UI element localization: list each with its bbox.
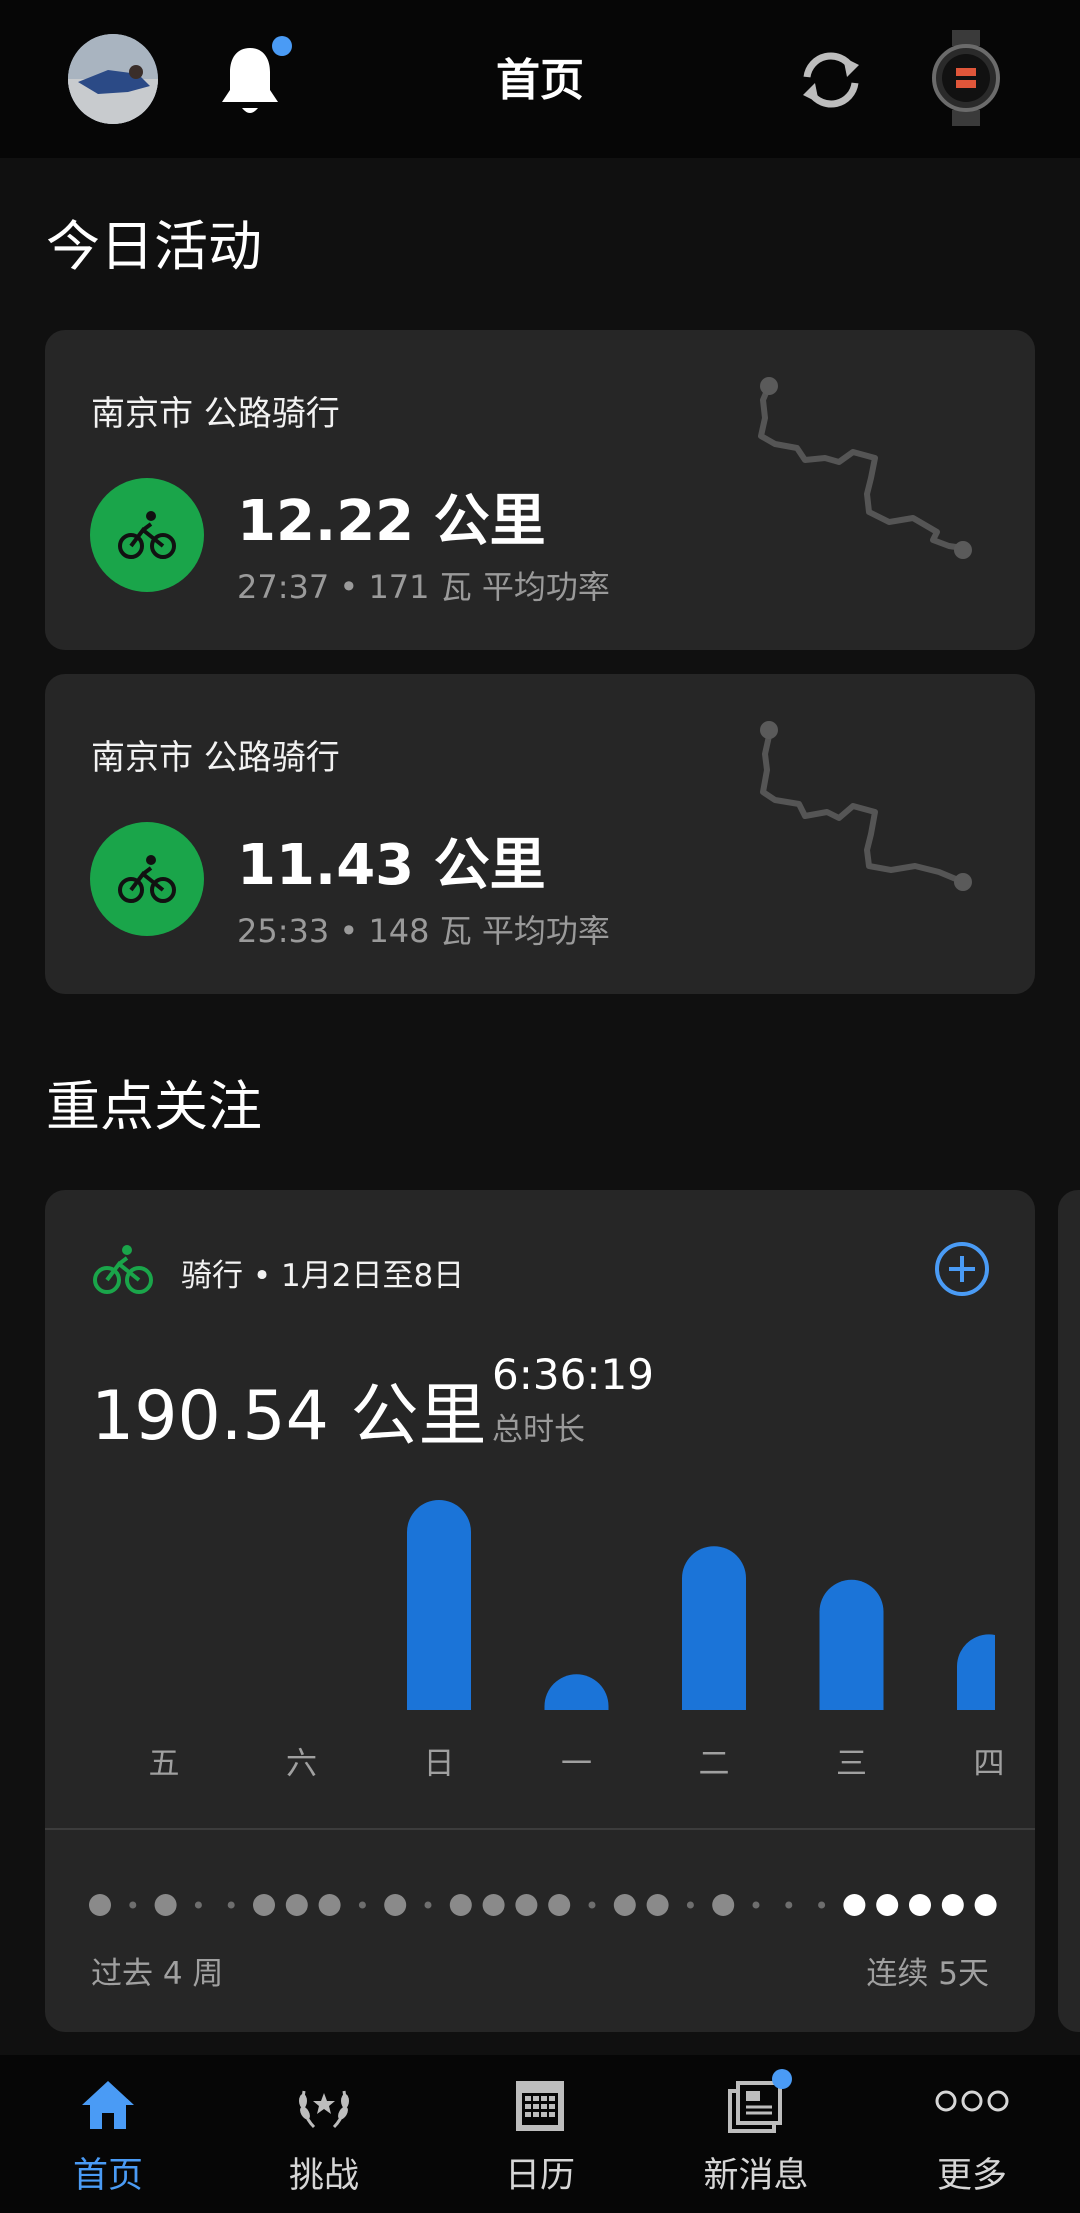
streak-dot: [941, 1894, 964, 1916]
nav-label: 日历: [504, 2156, 575, 2196]
streak-dot: [424, 1901, 432, 1909]
streak-dot: [358, 1901, 366, 1909]
chart-bar: [407, 1500, 471, 1710]
activity-distance: 11.43 公里: [237, 833, 546, 898]
activity-distance: 12.22 公里: [237, 489, 546, 554]
nav-calendar[interactable]: 日历: [450, 2055, 630, 2213]
day-label: 四: [973, 1746, 1005, 1782]
streak-dot: [154, 1894, 177, 1916]
streak-dot: [686, 1901, 694, 1909]
nav-label: 挑战: [288, 2156, 359, 2196]
streak-label: 连续 5天: [866, 1956, 989, 1992]
streak-dot: [909, 1894, 931, 1916]
streak-dot: [843, 1894, 866, 1916]
streak-dot: [253, 1894, 275, 1916]
day-label: 五: [148, 1746, 180, 1782]
day-label: 一: [561, 1746, 592, 1782]
sync-icon[interactable]: [793, 45, 869, 115]
day-labels: 五六日一二三四: [45, 1738, 1035, 1782]
streak-dot: [449, 1894, 472, 1916]
streak-dot: [548, 1894, 571, 1916]
nav-label: 新消息: [703, 2156, 809, 2196]
weekly-distance: 190.54 公里: [91, 1377, 487, 1456]
day-label: 三: [836, 1746, 867, 1782]
route-map-thumbnail: [758, 377, 972, 559]
streak-dot: [752, 1901, 760, 1909]
streak-dots: [89, 1894, 997, 1916]
activity-location: 南京市 公路骑行: [91, 738, 340, 778]
streak-dot: [384, 1894, 407, 1916]
nav-challenges[interactable]: 挑战: [234, 2055, 414, 2213]
more-icon: [935, 2090, 1009, 2112]
streak-dot: [712, 1894, 735, 1916]
streak-dot: [194, 1901, 202, 1909]
streak-dot: [613, 1894, 636, 1916]
activity-stats: 25:33 • 148 瓦 平均功率: [237, 912, 610, 950]
weekly-total-time: 6:36:19: [492, 1350, 654, 1399]
nav-label: 更多: [936, 2156, 1007, 2196]
streak-dot: [227, 1901, 235, 1909]
streak-dot: [785, 1901, 793, 1909]
notification-badge: [272, 36, 292, 56]
streak-dot: [876, 1894, 899, 1916]
streak-dot: [89, 1894, 111, 1916]
laurel-icon: [299, 2090, 349, 2129]
cycling-icon: [93, 1245, 153, 1294]
weekly-cycling-card[interactable]: 骑行 • 1月2日至8日 190.54 公里 6:36:19 总时长 五 六 日 一 二…: [45, 1190, 1035, 2032]
streak-dot: [588, 1901, 596, 1909]
streak-dot: [482, 1894, 505, 1916]
cycling-icon: [118, 855, 176, 903]
streak-dot: [285, 1894, 308, 1916]
activity-type-badge: [90, 478, 204, 592]
nav-more[interactable]: 更多: [882, 2055, 1062, 2213]
activity-location: 南京市 公路骑行: [91, 394, 340, 434]
chart-bar: [682, 1546, 746, 1710]
home-icon: [82, 2081, 134, 2129]
chart-bar: [819, 1579, 884, 1710]
day-label: 日: [423, 1746, 455, 1782]
day-label: 六: [286, 1746, 317, 1782]
cycling-icon: [118, 511, 176, 559]
past-weeks-label: 过去 4 周: [91, 1956, 224, 1992]
add-icon[interactable]: [933, 1240, 991, 1298]
page-title: 首页: [496, 55, 584, 106]
streak-dot: [974, 1894, 997, 1916]
weekly-bar-chart: [407, 1500, 995, 1710]
nav-label: 首页: [72, 2156, 143, 2196]
next-highlight-card-peek[interactable]: [1058, 1190, 1080, 2032]
streak-dot: [646, 1894, 669, 1916]
activity-stats: 27:37 • 171 瓦 平均功率: [237, 568, 610, 606]
activity-card[interactable]: 南京市 公路骑行 12.22 公里 27:37 • 171 瓦 平均功率: [45, 330, 1035, 650]
activity-type-badge: [90, 822, 204, 936]
top-bar: 首页: [0, 0, 1080, 158]
newsfeed-badge: [772, 2069, 792, 2089]
day-label: 二: [698, 1746, 730, 1782]
chart-bar: [544, 1674, 609, 1710]
calendar-icon: [516, 2081, 564, 2131]
streak-dot: [129, 1901, 137, 1909]
watch-icon[interactable]: [932, 30, 1000, 126]
divider: [45, 1828, 1035, 1830]
chart-bar: [957, 1634, 995, 1710]
streak-dot: [318, 1894, 341, 1916]
route-map-thumbnail: [760, 721, 972, 891]
weekly-card-title: 骑行 • 1月2日至8日: [181, 1258, 465, 1294]
nav-newsfeed[interactable]: 新消息: [666, 2055, 846, 2213]
activity-card[interactable]: 南京市 公路骑行 11.43 公里 25:33 • 148 瓦 平均功率: [45, 674, 1035, 994]
nav-home[interactable]: 首页: [18, 2055, 198, 2213]
total-time-label: 总时长: [492, 1412, 585, 1448]
bottom-nav: 首页 挑战 日历 新消息 更多: [0, 2055, 1080, 2213]
streak-dot: [818, 1901, 826, 1909]
streak-dot: [515, 1894, 538, 1916]
today-section-title: 今日活动: [46, 215, 262, 278]
highlights-section-title: 重点关注: [46, 1075, 262, 1138]
